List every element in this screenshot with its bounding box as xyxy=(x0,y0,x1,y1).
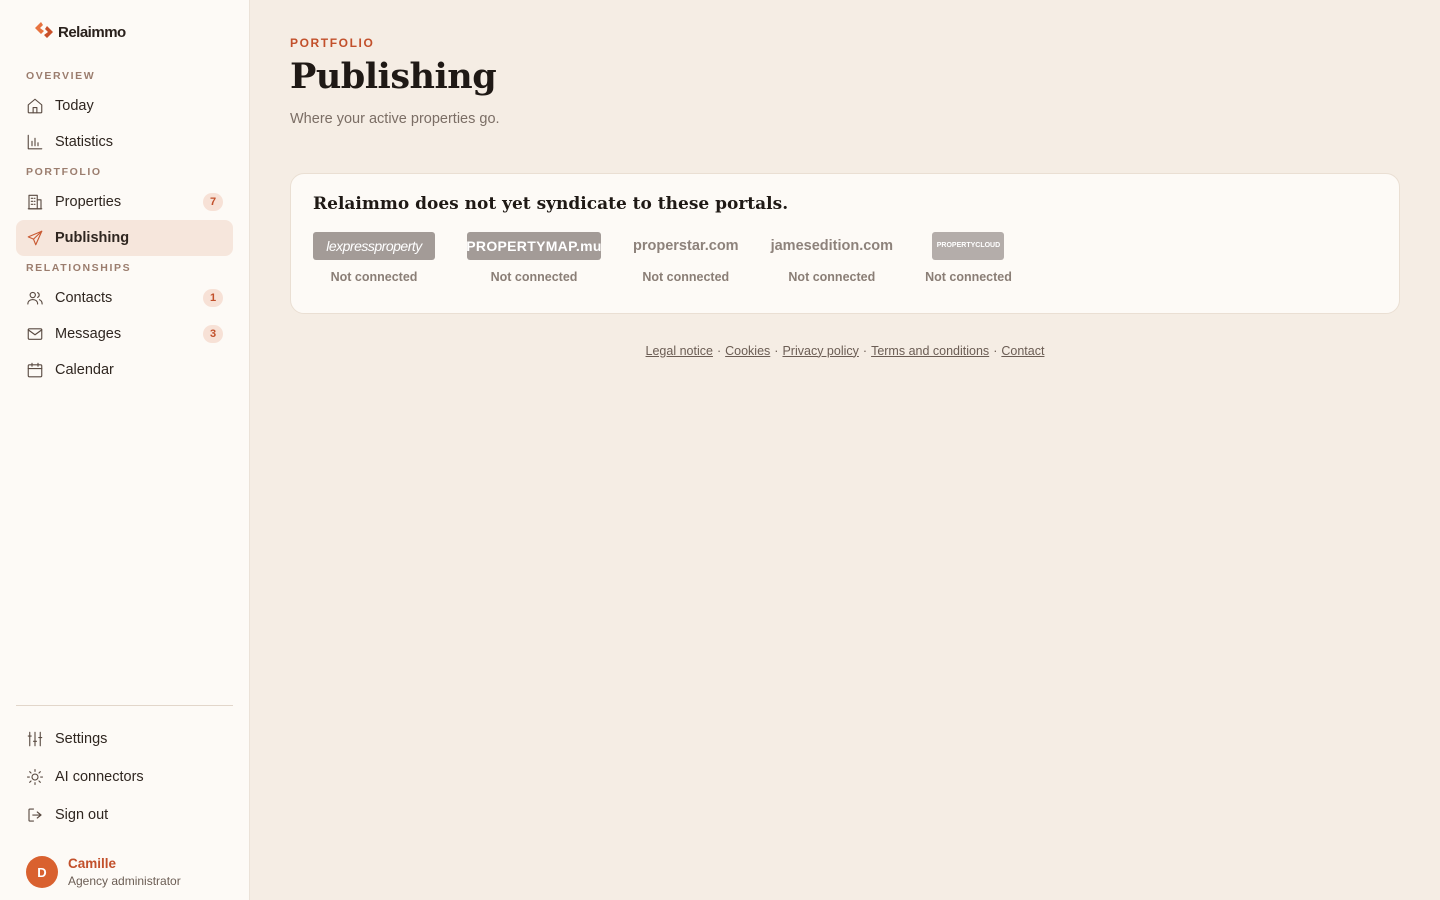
portal-jamesedition[interactable]: jamesedition.com Not connected xyxy=(771,232,893,284)
propertycloud-logo-text: PROPERTYCLOUD xyxy=(936,242,1001,249)
section-label-portfolio: PORTFOLIO xyxy=(26,166,102,178)
sidebar-divider xyxy=(16,705,233,706)
footer-separator: · xyxy=(993,343,998,358)
sidebar-item-ai-connectors[interactable]: AI connectors xyxy=(16,758,233,796)
portal-status: Not connected xyxy=(490,269,578,284)
users-icon xyxy=(26,289,44,307)
contacts-count-badge: 1 xyxy=(203,289,223,307)
propertymap-logo-text: PROPERTYMAP.mu xyxy=(466,237,602,254)
send-icon xyxy=(26,229,44,247)
properties-count-badge: 7 xyxy=(203,193,223,211)
lexpressproperty-logo-text: lexpressproperty xyxy=(326,237,422,254)
section-label-relationships: RELATIONSHIPS xyxy=(26,262,132,274)
portal-propertymap[interactable]: PROPERTYMAP.mu Not connected xyxy=(466,231,602,284)
messages-count-badge: 3 xyxy=(203,325,223,343)
building-icon xyxy=(26,193,44,211)
sidebar-item-calendar[interactable]: Calendar xyxy=(16,352,233,388)
portal-status: Not connected xyxy=(788,269,876,284)
sidebar-item-contacts[interactable]: Contacts 1 xyxy=(16,280,233,316)
footer-link-contact[interactable]: Contact xyxy=(1001,344,1044,358)
sidebar-item-label: Properties xyxy=(55,194,122,210)
bar-chart-icon xyxy=(26,133,44,151)
sidebar-item-messages[interactable]: Messages 3 xyxy=(16,316,233,352)
sliders-icon xyxy=(26,730,44,748)
page-subtitle: Where your active properties go. xyxy=(290,110,500,127)
brand-name: Relaimmo xyxy=(58,23,126,41)
footer-link-legal-notice[interactable]: Legal notice xyxy=(646,344,713,358)
sidebar-item-label: Publishing xyxy=(55,230,130,246)
footer-link-terms[interactable]: Terms and conditions xyxy=(871,344,989,358)
sidebar-item-label: Contacts xyxy=(55,290,113,306)
card-title: Relaimmo does not yet syndicate to these… xyxy=(313,193,789,214)
propertymap-logo: PROPERTYMAP.mu xyxy=(466,231,602,260)
footer-separator: · xyxy=(862,343,868,358)
sidebar-item-label: Sign out xyxy=(55,807,109,823)
lexpressproperty-logo: lexpressproperty xyxy=(313,231,435,260)
portal-lexpressproperty[interactable]: lexpressproperty Not connected xyxy=(313,231,435,284)
user-name: Camille xyxy=(68,856,117,871)
user-profile[interactable]: D Camille Agency administrator xyxy=(16,834,233,900)
jamesedition-logo: jamesedition.com xyxy=(770,237,894,254)
footer-link-cookies[interactable]: Cookies xyxy=(725,344,770,358)
footer-separator: · xyxy=(774,343,779,358)
mail-icon xyxy=(26,325,44,343)
sidebar-item-label: Today xyxy=(55,98,94,114)
sidebar-item-properties[interactable]: Properties 7 xyxy=(16,184,233,220)
page-eyebrow: PORTFOLIO xyxy=(290,36,375,50)
portal-status: Not connected xyxy=(642,269,730,284)
portal-status: Not connected xyxy=(925,269,1012,284)
avatar: D xyxy=(26,856,58,888)
sidebar-item-publishing[interactable]: Publishing xyxy=(16,220,233,256)
footer-separator: · xyxy=(716,343,722,358)
section-label-overview: OVERVIEW xyxy=(26,70,96,82)
portal-propertycloud[interactable]: PROPERTYCLOUD Not connected xyxy=(925,231,1012,284)
footer: Legal notice · Cookies · Privacy policy · Term… xyxy=(290,344,1400,358)
properstar-logo: properstar.com xyxy=(633,237,739,254)
footer-link-privacy-policy[interactable]: Privacy policy xyxy=(782,344,858,358)
sidebar-item-settings[interactable]: Settings xyxy=(16,720,233,758)
sidebar-item-label: Settings xyxy=(55,731,108,747)
sidebar-item-label: Calendar xyxy=(55,362,114,378)
calendar-icon xyxy=(26,361,44,379)
sidebar: Relaimmo OVERVIEW Today Statistics PORTF… xyxy=(0,0,250,900)
propertycloud-logo: PROPERTYCLOUD xyxy=(932,231,1005,260)
sidebar-item-label: Messages xyxy=(55,326,122,342)
portal-status: Not connected xyxy=(330,269,418,284)
home-icon xyxy=(26,97,44,115)
portals-card: Relaimmo does not yet syndicate to these… xyxy=(290,172,1400,314)
page-title: Publishing xyxy=(290,56,497,97)
sidebar-item-sign-out[interactable]: Sign out xyxy=(16,796,233,834)
portal-list: lexpressproperty Not connected PROPERTYM… xyxy=(313,231,1377,284)
relaimmo-logo-icon xyxy=(32,18,56,46)
sidebar-item-today[interactable]: Today xyxy=(16,88,233,124)
portal-properstar[interactable]: properstar.com Not connected xyxy=(633,232,739,284)
sidebar-item-label: AI connectors xyxy=(55,769,144,785)
sidebar-item-label: Statistics xyxy=(55,134,114,150)
brand-logo[interactable]: Relaimmo xyxy=(16,0,233,64)
sidebar-item-statistics[interactable]: Statistics xyxy=(16,124,233,160)
user-role: Agency administrator xyxy=(68,874,181,888)
main-content: PORTFOLIO Publishing Where your active p… xyxy=(250,0,1440,900)
sign-out-icon xyxy=(26,806,44,824)
sun-icon xyxy=(26,768,44,786)
